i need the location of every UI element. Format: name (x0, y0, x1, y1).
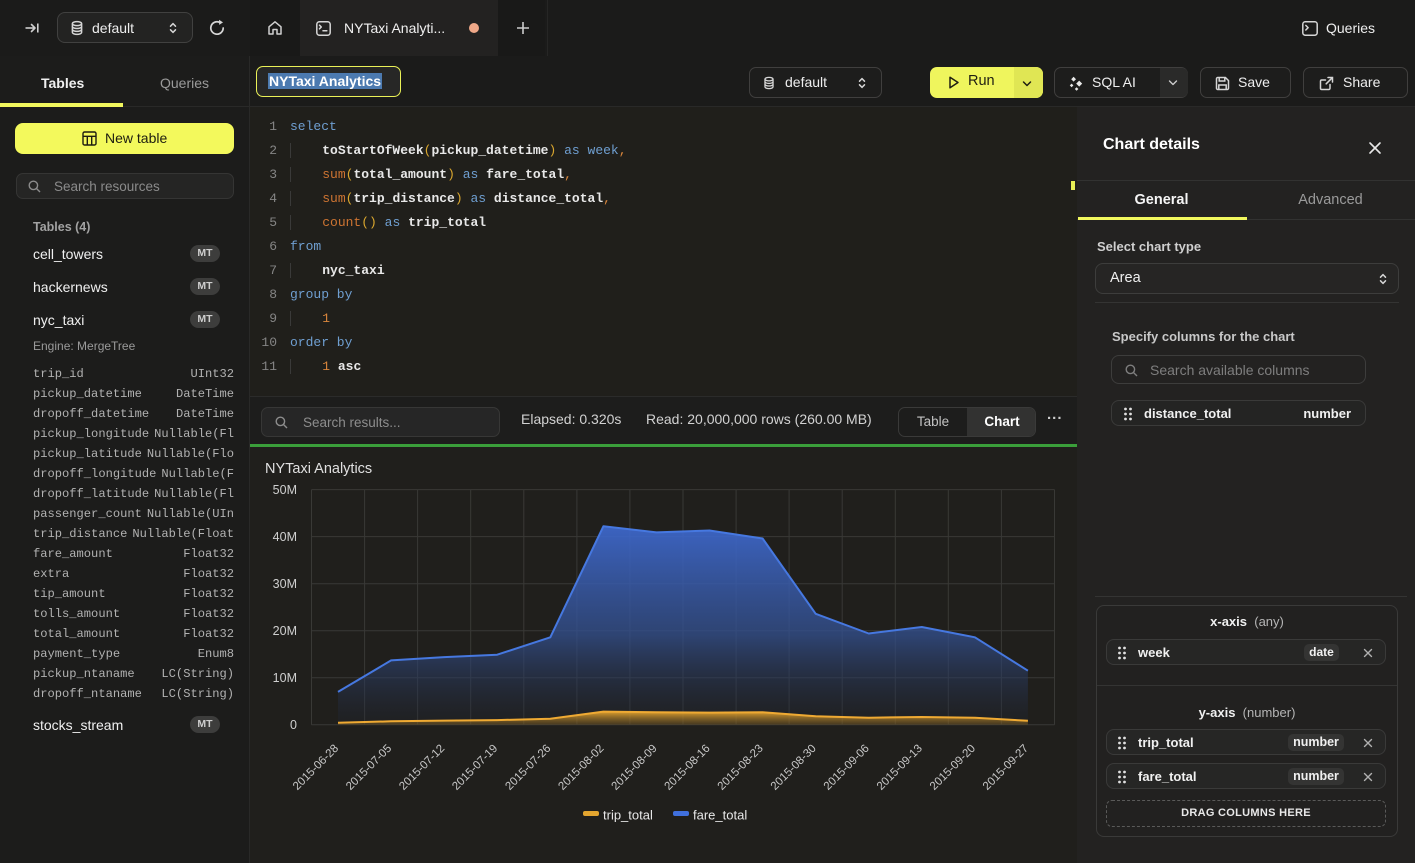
svg-text:2015-06-28: 2015-06-28 (291, 743, 341, 793)
svg-text:fare_total: fare_total (693, 808, 747, 823)
svg-text:2015-07-05: 2015-07-05 (344, 743, 394, 793)
svg-text:2015-08-30: 2015-08-30 (769, 743, 819, 793)
svg-text:2015-08-02: 2015-08-02 (556, 743, 606, 793)
svg-text:2015-09-13: 2015-09-13 (875, 743, 925, 793)
svg-text:20M: 20M (273, 624, 297, 638)
svg-text:2015-09-20: 2015-09-20 (928, 743, 978, 793)
svg-text:2015-07-12: 2015-07-12 (397, 743, 447, 793)
svg-text:2015-08-16: 2015-08-16 (663, 743, 713, 793)
svg-text:2015-07-19: 2015-07-19 (450, 743, 500, 793)
svg-text:2015-09-06: 2015-09-06 (822, 743, 872, 793)
svg-text:trip_total: trip_total (603, 808, 653, 823)
svg-text:2015-08-09: 2015-08-09 (610, 743, 660, 793)
svg-text:NYTaxi Analytics: NYTaxi Analytics (265, 461, 372, 477)
svg-text:2015-08-23: 2015-08-23 (716, 743, 766, 793)
svg-text:30M: 30M (273, 577, 297, 591)
svg-text:40M: 40M (273, 530, 297, 544)
svg-text:50M: 50M (273, 483, 297, 497)
svg-text:10M: 10M (273, 671, 297, 685)
svg-text:2015-07-26: 2015-07-26 (503, 743, 553, 793)
svg-text:2015-09-27: 2015-09-27 (981, 743, 1031, 793)
svg-text:0: 0 (290, 718, 297, 732)
